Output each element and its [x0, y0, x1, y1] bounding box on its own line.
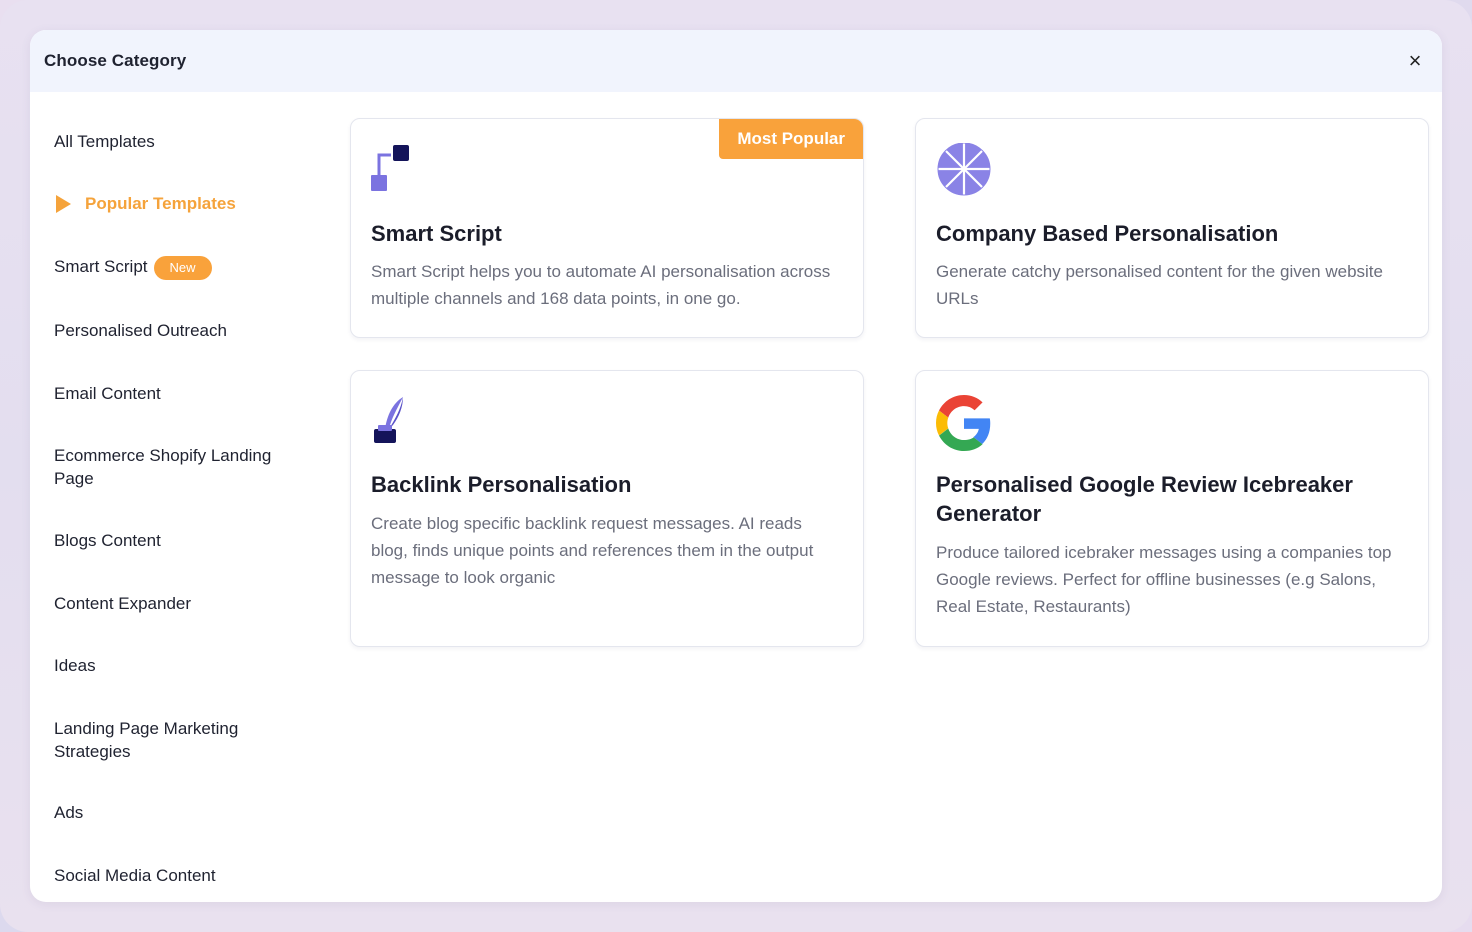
sidebar-item-blogs-content[interactable]: Blogs Content [54, 529, 304, 552]
sidebar-item-landing-page-marketing[interactable]: Landing Page Marketing Strategies [54, 717, 264, 763]
new-badge: New [153, 255, 212, 280]
card-title: Company Based Personalisation [936, 221, 1279, 246]
sidebar-item-social-media-content[interactable]: Social Media Content [54, 864, 304, 887]
choose-category-modal: Choose Category × All Templates Popular … [30, 30, 1442, 902]
modal-title: Choose Category [44, 51, 187, 70]
card-description: Produce tailored icebraker messages usin… [936, 543, 1392, 616]
sidebar-item-label: Social Media Content [54, 866, 216, 885]
sidebar-item-content-expander[interactable]: Content Expander [54, 592, 304, 615]
most-popular-badge: Most Popular [719, 119, 863, 159]
template-card-backlink-personalisation[interactable]: Backlink Personalisation Create blog spe… [350, 370, 864, 647]
close-icon: × [1408, 48, 1422, 73]
template-card-company-personalisation[interactable]: Company Based Personalisation Generate c… [915, 118, 1429, 338]
sidebar-item-label: Smart Script [54, 257, 148, 276]
modal-header: Choose Category × [30, 30, 1442, 92]
card-description: Generate catchy personalised content for… [936, 262, 1383, 308]
card-title: Backlink Personalisation [371, 472, 632, 497]
template-card-google-review-icebreaker[interactable]: Personalised Google Review Icebreaker Ge… [915, 370, 1429, 647]
sidebar-item-label: Landing Page Marketing Strategies [54, 719, 239, 761]
template-card-smart-script[interactable]: Most Popular Smart Script Smart Script h… [350, 118, 864, 338]
card-description: Create blog specific backlink request me… [371, 514, 814, 587]
smart-script-icon [371, 143, 427, 199]
company-wheel-icon [936, 142, 992, 199]
sidebar-item-label: All Templates [54, 132, 155, 151]
sidebar-item-ideas[interactable]: Ideas [54, 654, 304, 677]
sidebar-item-ads[interactable]: Ads [54, 801, 304, 824]
sidebar-item-label: Popular Templates [85, 194, 236, 213]
sidebar-item-label: Content Expander [54, 594, 192, 613]
sidebar-item-label: Blogs Content [54, 531, 161, 550]
sidebar-item-smart-script[interactable]: Smart Script New [54, 255, 304, 280]
sidebar-item-label: Email Content [54, 384, 161, 403]
quill-ink-icon [371, 395, 427, 451]
sidebar-item-all-templates[interactable]: All Templates [54, 130, 304, 153]
google-g-icon [936, 395, 992, 451]
sidebar-item-personalised-outreach[interactable]: Personalised Outreach [54, 319, 304, 342]
category-sidebar: All Templates Popular Templates Smart Sc… [54, 92, 324, 902]
card-title: Smart Script [371, 221, 502, 246]
sidebar-item-label: Ads [54, 803, 84, 822]
sidebar-item-label: Personalised Outreach [54, 321, 227, 340]
card-title: Personalised Google Review Icebreaker Ge… [936, 472, 1353, 526]
card-description: Smart Script helps you to automate AI pe… [371, 262, 831, 308]
play-arrow-icon [56, 194, 71, 213]
close-button[interactable]: × [1400, 46, 1430, 76]
sidebar-item-email-content[interactable]: Email Content [54, 382, 304, 405]
sidebar-item-label: Ideas [54, 656, 96, 675]
sidebar-item-label: Ecommerce Shopify Landing Page [54, 446, 272, 488]
sidebar-item-ecommerce-shopify[interactable]: Ecommerce Shopify Landing Page [54, 444, 294, 490]
sidebar-item-popular-templates[interactable]: Popular Templates [54, 192, 304, 215]
